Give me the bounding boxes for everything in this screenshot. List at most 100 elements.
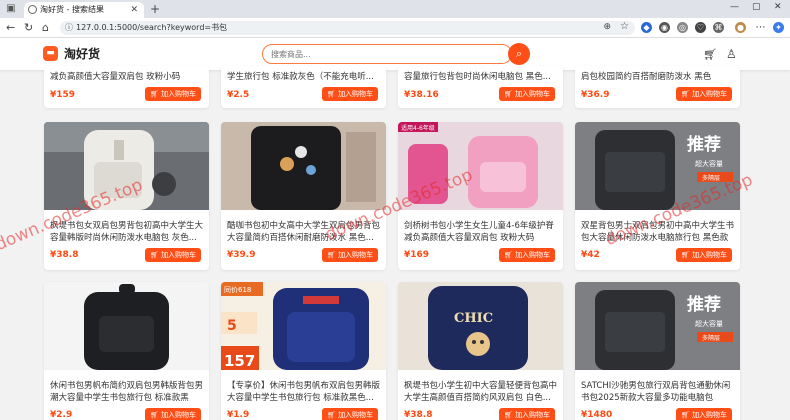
product-card[interactable]: CHIC 枫堤书包小学生初中大容量轻便背包高中大学生高颜值百搭简约风双肩包 白色…	[398, 282, 563, 420]
address-bar[interactable]: ⓘ 127.0.0.1:5000/search?keyword=书包 ⊕ ☆	[60, 21, 635, 35]
avatar[interactable]: ●	[735, 22, 746, 33]
product-title[interactable]: 肩包校园简约百搭耐磨防泼水 黑色（带...	[581, 71, 736, 83]
product-card[interactable]: 肩包校园简约百搭耐磨防泼水 黑色（带... ¥36.9 🛒︎ 加入购物车	[575, 66, 740, 108]
tab-actions-icon[interactable]: ▣	[5, 3, 17, 15]
product-title[interactable]: 酷咖书包初中女高中大学生双肩包男背包大容量简约百搭休闲耐磨防泼水 黑色...	[227, 220, 382, 244]
backpack-image	[221, 122, 386, 210]
add-to-cart-button[interactable]: 🛒︎ 加入购物车	[676, 408, 732, 420]
product-title[interactable]: 双星背包男士双肩包男初中高中大学生书包大容量休闲防泼水电脑旅行包 黑色款	[581, 220, 736, 244]
product-card[interactable]: 容量旅行包背包时尚休闲电脑包 黑色... ¥38.16 🛒︎ 加入购物车	[398, 66, 563, 108]
add-to-cart-label: 加入购物车	[161, 90, 197, 98]
extension-icon[interactable]: ♡	[695, 22, 706, 33]
reload-icon[interactable]: ↻	[24, 21, 33, 35]
menu-icon[interactable]: ⋯	[755, 22, 766, 33]
add-to-cart-button[interactable]: 🛒︎ 加入购物车	[676, 87, 732, 101]
product-card[interactable]: 推荐 超大容量 多隔层 双星背包男士双肩包男初中高中大学生书包大容量休闲防泼水电…	[575, 122, 740, 270]
maximize-icon[interactable]: ▢	[752, 2, 761, 12]
browser-tab[interactable]: 淘好货 - 搜索结果 ✕	[24, 2, 144, 18]
product-card[interactable]: 学生旅行包 标准款灰色（不能充电听... ¥2.5 🛒︎ 加入购物车	[221, 66, 386, 108]
add-to-cart-button[interactable]: 🛒︎ 加入购物车	[145, 87, 201, 101]
browser-tab-bar: ▣ 淘好货 - 搜索结果 ✕ + — ▢ ✕	[0, 0, 790, 18]
product-title[interactable]: 枫堤书包女双肩包男背包初高中大学生大容量韩版时尚休闲防泼水电脑包 灰色...	[50, 220, 205, 244]
image-sub-text: 超大容量	[695, 319, 723, 328]
image-tag-text: 多隔层	[702, 334, 720, 342]
backpack-image	[44, 282, 209, 370]
backpack-image: 同价618 5 157	[221, 282, 386, 370]
add-to-cart-label: 加入购物车	[692, 251, 728, 259]
add-to-cart-label: 加入购物车	[515, 251, 551, 259]
new-tab-button[interactable]: +	[150, 2, 160, 16]
cart-icon: 🛒︎	[149, 251, 162, 259]
add-to-cart-button[interactable]: 🛒︎ 加入购物车	[499, 408, 555, 420]
product-image[interactable]: 同价618 5 157	[221, 282, 386, 370]
add-to-cart-button[interactable]: 🛒︎ 加入购物车	[499, 87, 555, 101]
product-card[interactable]: 酷咖书包初中女高中大学生双肩包男背包大容量简约百搭休闲耐磨防泼水 黑色... ¥…	[221, 122, 386, 270]
user-icon[interactable]: ♙	[726, 47, 737, 61]
product-title[interactable]: 减负高颜值大容量双肩包 玫粉小码	[50, 71, 205, 83]
cart-icon[interactable]: 🛒︎	[703, 48, 717, 61]
add-to-cart-label: 加入购物车	[692, 411, 728, 419]
product-image[interactable]: CHIC	[398, 282, 563, 370]
search-box[interactable]	[262, 44, 512, 64]
extension-icon[interactable]: ◉	[659, 22, 670, 33]
product-title[interactable]: 【专享价】休闲书包男帆布双肩包男韩版大容量中学生书包旅行包 标准款黑色...	[227, 380, 382, 404]
extension-icon[interactable]: ◎	[677, 22, 688, 33]
close-window-icon[interactable]: ✕	[774, 2, 782, 12]
product-card[interactable]: 枫堤书包女双肩包男背包初高中大学生大容量韩版时尚休闲防泼水电脑包 灰色... ¥…	[44, 122, 209, 270]
site-info-icon[interactable]: ⓘ	[65, 22, 73, 33]
add-to-cart-button[interactable]: 🛒︎ 加入购物车	[322, 87, 378, 101]
add-to-cart-button[interactable]: 🛒︎ 加入购物车	[322, 408, 378, 420]
product-image[interactable]	[44, 282, 209, 370]
back-icon[interactable]: ←	[6, 21, 15, 35]
product-image[interactable]: 推荐 超大容量 多隔层	[575, 282, 740, 370]
product-price: ¥38.16	[404, 90, 439, 100]
url-text[interactable]: 127.0.0.1:5000/search?keyword=书包	[76, 22, 227, 34]
extension-icon[interactable]: ◆	[641, 22, 652, 33]
add-to-cart-label: 加入购物车	[161, 411, 197, 419]
product-image[interactable]: 适用4-6年级	[398, 122, 563, 210]
add-to-cart-button[interactable]: 🛒︎ 加入购物车	[145, 248, 201, 262]
cart-icon: 🛒︎	[503, 251, 516, 259]
image-banner-text: 适用4-6年级	[401, 124, 435, 132]
add-to-cart-button[interactable]: 🛒︎ 加入购物车	[322, 248, 378, 262]
backpack-image: CHIC	[398, 282, 563, 370]
search-input[interactable]	[271, 48, 471, 61]
bookmark-star-icon[interactable]: ☆	[620, 21, 629, 32]
product-title[interactable]: 休闲书包男帆布简约双肩包男韩版背包男潮大容量中学生书包旅行包 标准款黑色...	[50, 380, 205, 404]
product-title[interactable]: 容量旅行包背包时尚休闲电脑包 黑色...	[404, 71, 559, 83]
product-image[interactable]	[44, 122, 209, 210]
zoom-icon[interactable]: ⊕	[603, 22, 611, 32]
product-price: ¥1480	[581, 410, 613, 420]
cart-icon: 🛒︎	[326, 90, 339, 98]
close-tab-icon[interactable]: ✕	[130, 2, 138, 18]
product-title[interactable]: 枫堤书包小学生初中大容量轻便背包高中大学生高颜值百搭简约风双肩包 白色...	[404, 380, 559, 404]
product-card[interactable]: 同价618 5 157 【专享价】休闲书包男帆布双肩包男韩版大容量中学生书包旅行…	[221, 282, 386, 420]
backpack-image: 适用4-6年级	[398, 122, 563, 210]
home-icon[interactable]: ⌂	[42, 21, 49, 35]
add-to-cart-button[interactable]: 🛒︎ 加入购物车	[676, 248, 732, 262]
product-title[interactable]: 学生旅行包 标准款灰色（不能充电听...	[227, 71, 382, 83]
shopping-bag-icon[interactable]: ▬	[43, 46, 58, 61]
product-price: ¥38.8	[50, 250, 79, 260]
site-logo[interactable]: 淘好货	[64, 46, 100, 62]
product-price: ¥38.8	[404, 410, 433, 420]
product-title[interactable]: 剑桥树书包小学生女生儿童4-6年级护脊减负高颜值大容量双肩包 玫粉大码	[404, 220, 559, 244]
product-card[interactable]: 减负高颜值大容量双肩包 玫粉小码 ¥159 🛒︎ 加入购物车	[44, 66, 209, 108]
product-card[interactable]: 休闲书包男帆布简约双肩包男韩版背包男潮大容量中学生书包旅行包 标准款黑色... …	[44, 282, 209, 420]
product-price: ¥159	[50, 90, 76, 100]
add-to-cart-button[interactable]: 🛒︎ 加入购物车	[499, 248, 555, 262]
add-to-cart-button[interactable]: 🛒︎ 加入购物车	[145, 408, 201, 420]
add-to-cart-label: 加入购物车	[338, 251, 374, 259]
cart-icon: 🛒︎	[503, 90, 516, 98]
product-image[interactable]	[221, 122, 386, 210]
cart-icon: 🛒︎	[326, 411, 339, 419]
product-image[interactable]: 推荐 超大容量 多隔层	[575, 122, 740, 210]
product-card[interactable]: 推荐 超大容量 多隔层 SATCHI沙驰男包旅行双肩背包通勤休闲书包2025新款…	[575, 282, 740, 420]
product-card[interactable]: 适用4-6年级 剑桥树书包小学生女生儿童4-6年级护脊减负高颜值大容量双肩包 玫…	[398, 122, 563, 270]
minimize-icon[interactable]: —	[730, 2, 739, 12]
cart-icon: 🛒︎	[149, 411, 162, 419]
extension-icon[interactable]: ⌘	[713, 22, 724, 33]
copilot-icon[interactable]: ✦	[773, 22, 784, 33]
search-icon[interactable]: ⌕	[508, 43, 530, 65]
product-title[interactable]: SATCHI沙驰男包旅行双肩背包通勤休闲书包2025新款大容量多功能电脑包	[581, 380, 736, 404]
